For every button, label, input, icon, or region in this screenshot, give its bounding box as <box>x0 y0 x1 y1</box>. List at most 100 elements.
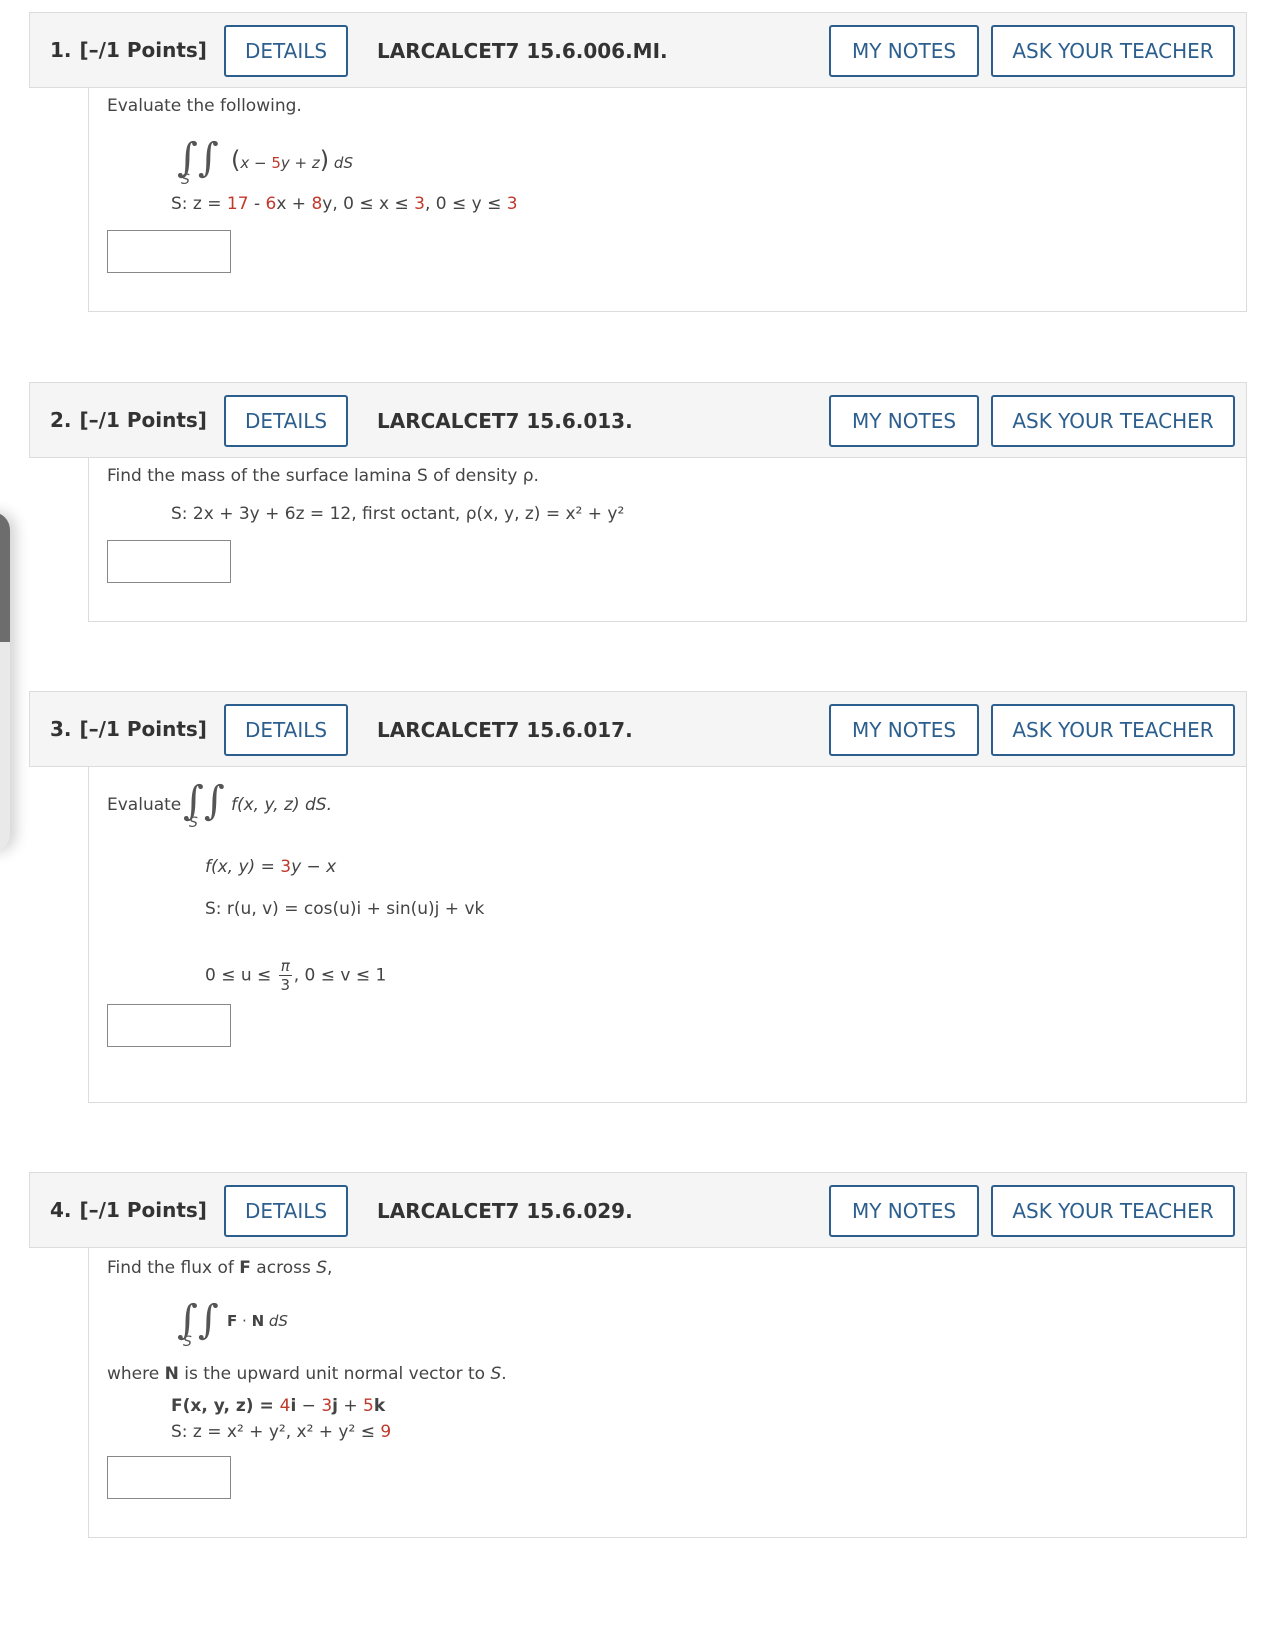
question-body: Find the mass of the surface lamina S of… <box>88 458 1247 622</box>
details-button[interactable]: DETAILS <box>224 704 348 756</box>
where-normal: N <box>164 1364 179 1384</box>
details-button[interactable]: DETAILS <box>224 395 348 447</box>
q-points: [–/1 Points] <box>79 717 207 741</box>
surface-coef: 8 <box>311 194 323 214</box>
function-text: y − x <box>291 857 337 877</box>
surface-text: S: z = x² + y², x² + y² ≤ <box>171 1422 381 1442</box>
question-prompt: Evaluate the following. <box>107 96 302 116</box>
question-header: 1. [–/1 Points] DETAILS LARCALCET7 15.6.0… <box>29 12 1247 88</box>
question-body: Evaluate ∫∫ S f(x, y, z) dS. f(x, y) = 3… <box>88 767 1247 1103</box>
surface-definition: S: z = x² + y², x² + y² ≤ 9 <box>171 1422 391 1442</box>
my-notes-button[interactable]: MY NOTES <box>829 395 979 447</box>
where-text: . <box>501 1364 507 1384</box>
question-number: 3. [–/1 Points] <box>50 717 207 741</box>
my-notes-button[interactable]: MY NOTES <box>829 704 979 756</box>
question-number: 2. [–/1 Points] <box>50 408 207 432</box>
side-panel-strip <box>0 512 10 642</box>
q-number: 1. <box>50 38 72 62</box>
vector-field: F(x, y, z) = 4i − 3j + 5k <box>171 1396 385 1416</box>
flux-integrand: F · N dS <box>227 1312 288 1330</box>
field-coef: 3 <box>321 1396 333 1416</box>
field-text: F(x, y, z) = <box>171 1396 280 1416</box>
function-definition: f(x, y) = 3y − x <box>205 857 336 877</box>
question-header: 3. [–/1 Points] DETAILS LARCALCET7 15.6.0… <box>29 691 1247 767</box>
prompt-vector: F <box>239 1258 251 1278</box>
question-4: 4. [–/1 Points] DETAILS LARCALCET7 15.6.0… <box>29 1172 1247 1538</box>
bounds-text: 0 ≤ u ≤ <box>205 965 272 986</box>
surface-definition: S: z = 17 - 6x + 8y, 0 ≤ x ≤ 3, 0 ≤ y ≤ … <box>171 194 518 214</box>
answer-input[interactable] <box>107 540 231 583</box>
q-points: [–/1 Points] <box>79 38 207 62</box>
prompt-text: , <box>327 1258 333 1278</box>
field-text: − <box>296 1396 322 1416</box>
pi-over-3: π 3 <box>278 957 292 994</box>
surface-coef: 9 <box>380 1422 392 1442</box>
parametric-surface: S: r(u, v) = cos(u)i + sin(u)j + vk <box>205 899 485 919</box>
surface-text: , 0 ≤ y ≤ <box>424 194 507 214</box>
ask-teacher-button[interactable]: ASK YOUR TEACHER <box>991 1185 1235 1237</box>
my-notes-button[interactable]: MY NOTES <box>829 1185 979 1237</box>
question-prompt: Find the mass of the surface lamina S of… <box>107 466 539 486</box>
integrand-dot: · <box>237 1312 252 1330</box>
surface-coef: 3 <box>506 194 518 214</box>
q-number: 3. <box>50 717 72 741</box>
prompt-surface: S <box>316 1258 328 1278</box>
q-number: 4. <box>50 1198 72 1222</box>
evaluate-label: Evaluate <box>107 795 182 815</box>
ask-teacher-button[interactable]: ASK YOUR TEACHER <box>991 395 1235 447</box>
where-text: where <box>107 1364 165 1384</box>
answer-input[interactable] <box>107 1004 231 1047</box>
q-points: [–/1 Points] <box>79 1198 207 1222</box>
question-prompt: Find the flux of F across S, <box>107 1258 332 1278</box>
integral-subscript: S <box>181 172 190 188</box>
denominator: 3 <box>280 976 290 994</box>
field-coef: 5 <box>363 1396 374 1416</box>
side-panel-tab[interactable] <box>0 512 10 852</box>
question-code: LARCALCET7 15.6.029. <box>377 1199 633 1223</box>
question-body: Evaluate the following. ∫∫ S (x − 5y + z… <box>88 88 1247 312</box>
field-coef: 4 <box>279 1396 291 1416</box>
integral-expression: f(x, y, z) dS. <box>231 795 332 815</box>
integrand-vector: F <box>227 1312 238 1330</box>
where-text: is the upward unit normal vector to <box>178 1364 491 1384</box>
question-code: LARCALCET7 15.6.013. <box>377 409 633 433</box>
details-button[interactable]: DETAILS <box>224 1185 348 1237</box>
unit-k: k <box>373 1396 386 1416</box>
answer-input[interactable] <box>107 230 231 273</box>
surface-text: x + <box>276 194 312 214</box>
q-number: 2. <box>50 408 72 432</box>
my-notes-button[interactable]: MY NOTES <box>829 25 979 77</box>
surface-text: - <box>248 194 266 214</box>
prompt-text: Find the flux of <box>107 1258 240 1278</box>
surface-coef: 6 <box>265 194 277 214</box>
question-header: 4. [–/1 Points] DETAILS LARCALCET7 15.6.0… <box>29 1172 1247 1248</box>
surface-coef: 3 <box>414 194 425 214</box>
function-text: f(x, y) = <box>205 857 281 877</box>
question-2: 2. [–/1 Points] DETAILS LARCALCET7 15.6.0… <box>29 382 1247 622</box>
question-body: Find the flux of F across S, ∫∫ S F · N … <box>88 1248 1247 1538</box>
question-number: 1. [–/1 Points] <box>50 38 207 62</box>
integrand-coef: 5 <box>271 154 281 172</box>
surface-text: S: z = <box>171 194 227 214</box>
integrand: (x − 5y + z) dS <box>231 146 353 174</box>
integrand-part: y + z <box>280 154 320 172</box>
surface-definition: S: 2x + 3y + 6z = 12, first octant, ρ(x,… <box>171 504 625 524</box>
ask-teacher-button[interactable]: ASK YOUR TEACHER <box>991 704 1235 756</box>
question-code: LARCALCET7 15.6.006.MI. <box>377 39 668 63</box>
where-surface: S <box>490 1364 502 1384</box>
ask-teacher-button[interactable]: ASK YOUR TEACHER <box>991 25 1235 77</box>
ds-label: dS <box>264 1312 288 1330</box>
field-text: + <box>337 1396 364 1416</box>
integrand-part: x − <box>240 154 272 172</box>
integral-subscript: S <box>183 1334 192 1350</box>
details-button[interactable]: DETAILS <box>224 25 348 77</box>
surface-text: y, 0 ≤ x ≤ <box>322 194 415 214</box>
question-1: 1. [–/1 Points] DETAILS LARCALCET7 15.6.0… <box>29 12 1247 312</box>
question-number: 4. [–/1 Points] <box>50 1198 207 1222</box>
prompt-text: across <box>250 1258 317 1278</box>
integral-subscript: S <box>189 815 198 831</box>
integrand-normal: N <box>251 1312 265 1330</box>
answer-input[interactable] <box>107 1456 231 1499</box>
surface-coef: 17 <box>226 194 249 214</box>
question-header: 2. [–/1 Points] DETAILS LARCALCET7 15.6.0… <box>29 382 1247 458</box>
